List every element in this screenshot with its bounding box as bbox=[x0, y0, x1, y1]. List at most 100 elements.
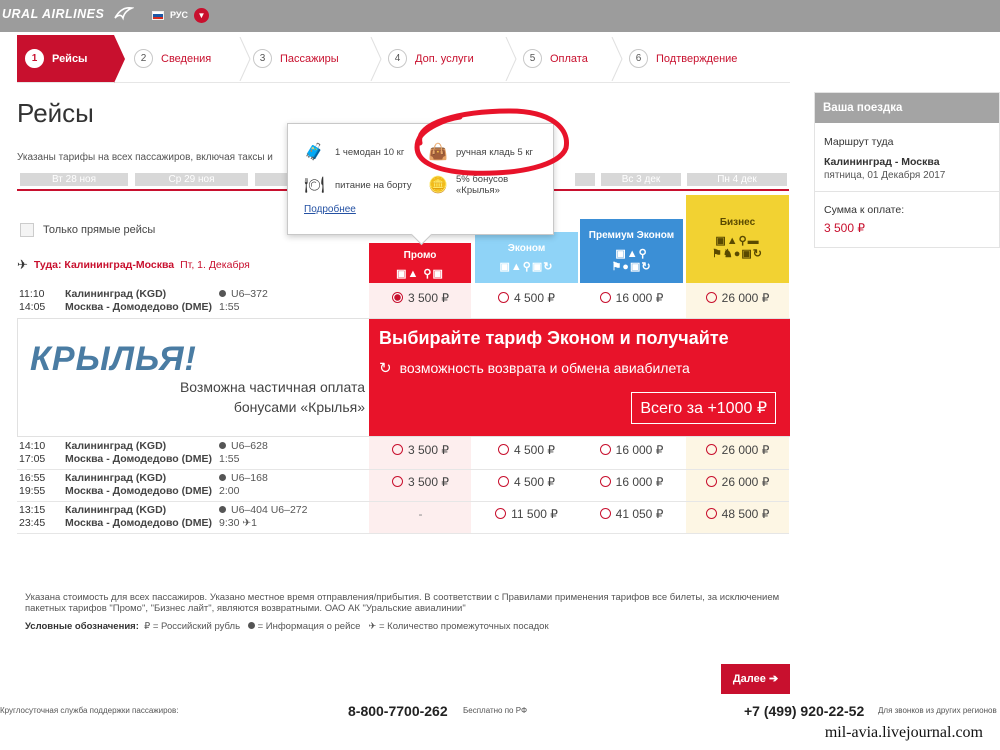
legend: Условные обозначения: ₽ = Российский руб… bbox=[25, 621, 549, 632]
flight-info[interactable]: U6–404 U6–272 9:30 ✈1 bbox=[219, 504, 307, 530]
route-name: Калининград - Москва bbox=[824, 156, 940, 168]
price-option[interactable]: 48 500 ₽ bbox=[686, 506, 789, 535]
step-number: 2 bbox=[134, 49, 153, 68]
step-number: 5 bbox=[523, 49, 542, 68]
fare-header-business[interactable]: Бизнес ▣▲⚲▬ ⚑♞●▣↻ bbox=[686, 195, 789, 283]
step-confirmation[interactable]: 6 Подтверждение bbox=[629, 35, 737, 82]
step-passengers[interactable]: 3 Пассажиры bbox=[253, 35, 339, 82]
step-payment[interactable]: 5 Оплата bbox=[523, 35, 588, 82]
booking-steps: 1 Рейсы 2 Сведения 3 Пассажиры 4 Доп. ус… bbox=[17, 35, 790, 83]
price-option[interactable]: 26 000 ₽ bbox=[686, 474, 789, 503]
abroad-call-label: Для звонков из других регионов bbox=[878, 706, 997, 715]
banner-headline: Выбирайте тариф Эконом и получайте bbox=[379, 328, 729, 348]
date-tab[interactable]: Вт 28 ноя bbox=[20, 173, 128, 186]
price-option[interactable]: 3 500 ₽ bbox=[369, 290, 472, 319]
radio-button bbox=[392, 292, 403, 303]
step-number: 4 bbox=[388, 49, 407, 68]
radio-button bbox=[392, 476, 403, 487]
fare-header-economy[interactable]: Эконом ▣▲⚲▣↻ bbox=[475, 232, 578, 283]
info-icon bbox=[219, 290, 226, 297]
step-extras[interactable]: 4 Доп. услуги bbox=[388, 35, 474, 82]
info-icon bbox=[219, 506, 226, 513]
fare-header-promo[interactable]: Промо ▣▲ ⚲▣ bbox=[369, 243, 471, 283]
next-button[interactable]: Далее ➔ bbox=[721, 664, 790, 694]
price-option[interactable]: 3 500 ₽ bbox=[369, 442, 472, 471]
promo-banner[interactable]: КРЫЛЬЯ! Возможна частичная оплата бонуса… bbox=[17, 318, 790, 437]
radio-button bbox=[599, 476, 611, 487]
radio-button bbox=[705, 444, 717, 455]
refresh-icon: ↻ bbox=[379, 360, 392, 377]
price-option[interactable]: 26 000 ₽ bbox=[686, 290, 789, 319]
tooltip-baggage: 1 чемодан 10 кг bbox=[335, 147, 405, 158]
fare-features-icon: ▣▲⚲▣↻ bbox=[499, 261, 554, 273]
tooltip-more-link[interactable]: Подробнее bbox=[304, 204, 356, 215]
radio-button bbox=[498, 476, 509, 487]
radio-button bbox=[599, 444, 611, 455]
step-label: Подтверждение bbox=[656, 52, 738, 65]
price-option[interactable]: 26 000 ₽ bbox=[686, 442, 789, 471]
fare-name: Бизнес bbox=[719, 217, 756, 228]
trip-summary-panel: Ваша поездка Маршрут туда Калининград - … bbox=[814, 92, 1000, 248]
step-separator bbox=[239, 37, 251, 81]
price-option[interactable]: 16 000 ₽ bbox=[580, 474, 683, 503]
watermark: mil-avia.livejournal.com bbox=[824, 724, 983, 741]
date-tab[interactable]: Пн 4 дек bbox=[687, 173, 787, 186]
radio-button bbox=[705, 292, 717, 303]
sum-label: Сумма к оплате: bbox=[824, 204, 905, 216]
step-label: Доп. услуги bbox=[415, 52, 474, 65]
page-title: Рейсы bbox=[17, 98, 94, 128]
route-label: Маршрут туда bbox=[824, 136, 894, 148]
arrow-right-icon: ➔ bbox=[768, 673, 779, 685]
price-option[interactable]: 4 500 ₽ bbox=[475, 290, 578, 319]
row-divider bbox=[17, 469, 789, 470]
fare-features-icon: ▣▲⚲▬ ⚑♞●▣↻ bbox=[712, 235, 763, 260]
row-divider bbox=[17, 501, 789, 502]
partial-payment-text: Возможна частичная оплата бонусами «Крыл… bbox=[179, 379, 365, 415]
price-option[interactable]: 4 500 ₽ bbox=[475, 474, 578, 503]
step-label: Сведения bbox=[161, 52, 212, 65]
price-option[interactable]: 16 000 ₽ bbox=[580, 442, 683, 471]
banner-krylya: КРЫЛЬЯ! Возможна частичная оплата бонуса… bbox=[18, 319, 369, 436]
airline-logo[interactable]: URAL AIRLINES bbox=[2, 7, 104, 21]
fare-note: Указаны тарифы на всех пассажиров, включ… bbox=[17, 152, 273, 163]
phone-ru[interactable]: 8-800-7700-262 bbox=[348, 703, 448, 719]
divider bbox=[815, 191, 999, 192]
flight-info[interactable]: U6–372 1:55 bbox=[219, 288, 268, 314]
price-option[interactable]: 3 500 ₽ bbox=[369, 474, 472, 503]
route-header: ✈ Туда: Калининград-Москва Пт, 1. Декабр… bbox=[17, 257, 250, 273]
phone-international[interactable]: +7 (499) 920-22-52 bbox=[744, 703, 864, 719]
flight-info[interactable]: U6–168 2:00 bbox=[219, 472, 268, 498]
date-tab[interactable]: Ср 29 ноя bbox=[135, 173, 248, 186]
banner-economy-offer: Выбирайте тариф Эконом и получайте ↻ возм… bbox=[369, 319, 790, 436]
price-option[interactable]: 41 050 ₽ bbox=[580, 506, 683, 535]
flight-times: 11:10 14:05 bbox=[19, 288, 46, 313]
language-dropdown-icon[interactable]: ▼ bbox=[194, 8, 209, 23]
fare-name: Промо bbox=[403, 250, 437, 261]
info-icon bbox=[219, 474, 226, 481]
krylya-logo: КРЫЛЬЯ! bbox=[30, 340, 197, 378]
sum-value: 3 500 ₽ bbox=[824, 221, 865, 235]
step-number: 3 bbox=[253, 49, 272, 68]
russia-flag-icon bbox=[152, 11, 164, 20]
route-label: Туда: Калининград-Москва bbox=[33, 259, 175, 271]
row-divider bbox=[17, 533, 789, 534]
fare-header-premium-economy[interactable]: Премиум Эконом ▣▲⚲ ⚑●▣↻ bbox=[580, 219, 683, 283]
route-date: пятница, 01 Декабря 2017 bbox=[824, 170, 946, 181]
step-details[interactable]: 2 Сведения bbox=[134, 35, 211, 82]
price-unavailable: - bbox=[418, 507, 423, 521]
step-separator bbox=[611, 37, 623, 81]
date-tab[interactable]: Вс 3 дек bbox=[601, 173, 681, 186]
direct-only-checkbox[interactable] bbox=[20, 223, 34, 237]
step-label: Рейсы bbox=[52, 52, 88, 65]
legal-text: Указана стоимость для всех пассажиров. У… bbox=[25, 592, 780, 614]
route-date: Пт, 1. Декабря bbox=[180, 259, 250, 271]
flight-info[interactable]: U6–628 1:55 bbox=[219, 440, 268, 466]
fare-name: Премиум Эконом bbox=[588, 230, 675, 241]
language-label[interactable]: РУС bbox=[170, 10, 188, 20]
step-flights[interactable]: 1 Рейсы bbox=[17, 35, 114, 82]
price-option[interactable]: 16 000 ₽ bbox=[580, 290, 683, 319]
banner-cta-button[interactable]: Всего за +1000 ₽ bbox=[631, 392, 776, 424]
price-option[interactable]: 4 500 ₽ bbox=[475, 442, 578, 471]
price-option[interactable]: 11 500 ₽ bbox=[475, 506, 578, 535]
top-bar: URAL AIRLINES РУС ▼ bbox=[0, 0, 1000, 32]
